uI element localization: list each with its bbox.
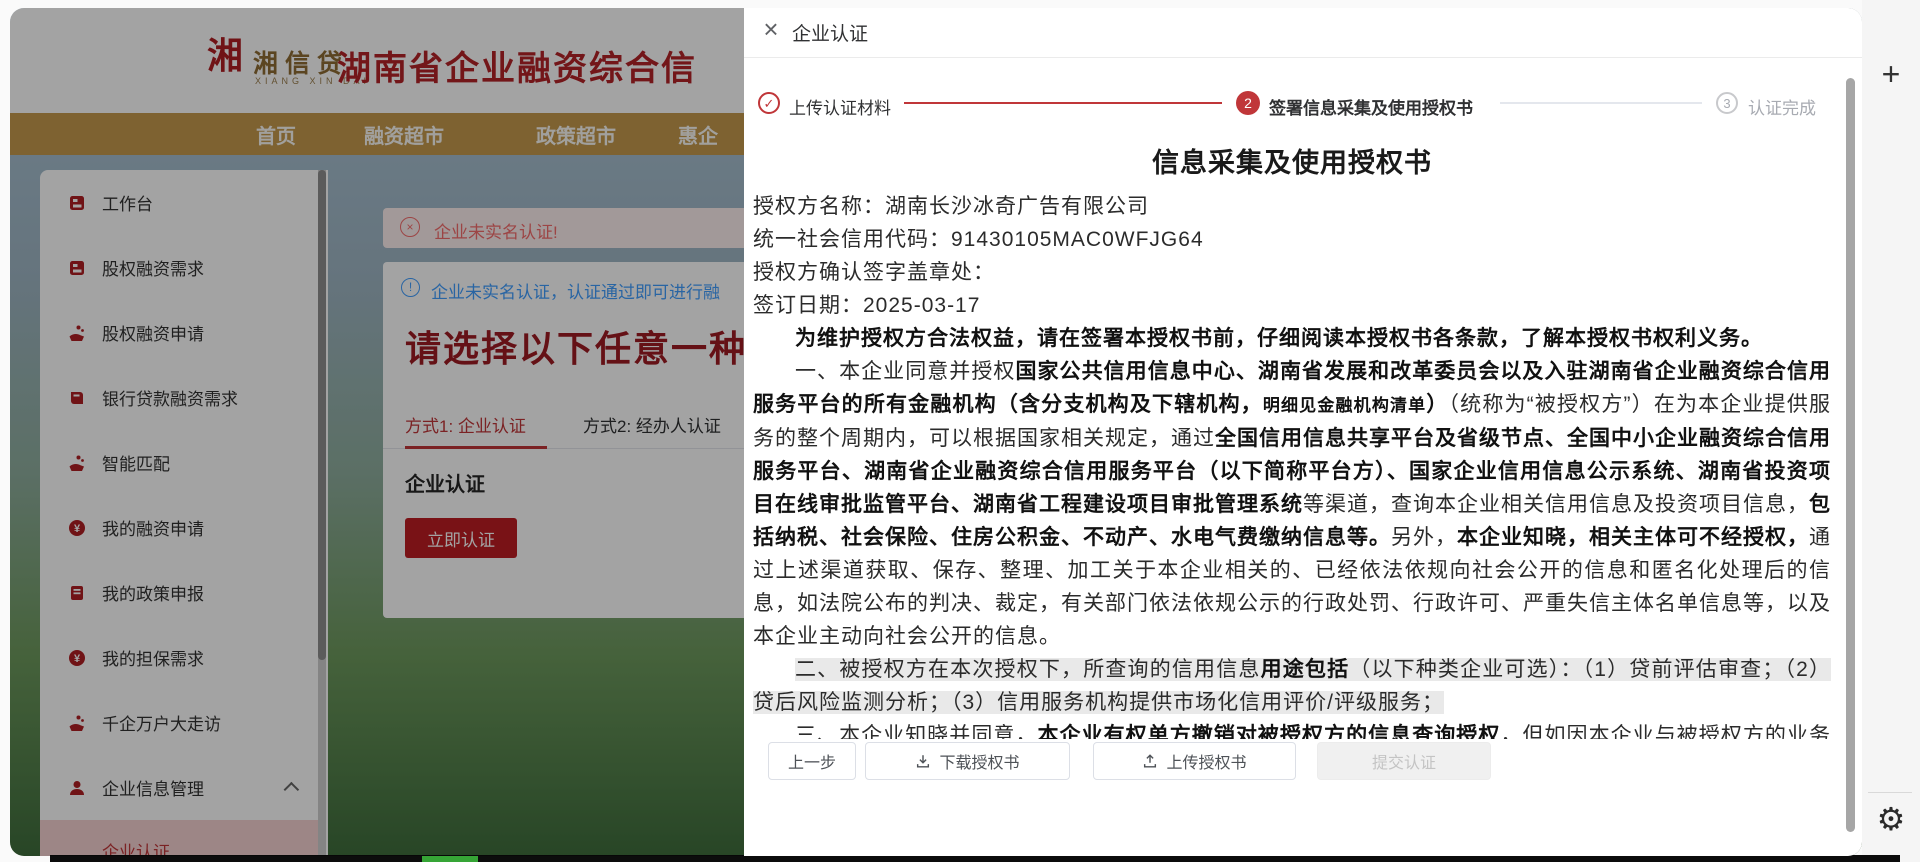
authorization-document[interactable]: 信息采集及使用授权书 授权方名称：湖南长沙冰奇广告有限公司统一社会信用代码：91… [753, 133, 1831, 739]
paragraph-text: ） [1426, 393, 1448, 416]
taskbar-strip [50, 855, 1900, 862]
step3-label: 认证完成 [1748, 94, 1816, 119]
document-field: 签订日期：2025-03-17 [753, 289, 1831, 322]
document-fields: 授权方名称：湖南长沙冰奇广告有限公司统一社会信用代码：91430105MAC0W… [753, 190, 1831, 322]
document-title: 信息采集及使用授权书 [753, 141, 1831, 180]
paragraph-text: 另外， [1391, 526, 1457, 549]
highlighted-text: 用途包括 [1261, 658, 1350, 681]
upload-button[interactable]: 上传授权书 [1093, 742, 1296, 780]
document-paragraph: 三、本企业知晓并同意，本企业有权单方撤销对被授权方的信息查询授权，但如因本企业与… [753, 719, 1831, 739]
document-field: 统一社会信用代码：91430105MAC0WFJG64 [753, 223, 1831, 256]
document-paragraph: 为维护授权方合法权益，请在签署本授权书前，仔细阅读本授权书各条款，了解本授权书权… [753, 322, 1831, 355]
step-connector-done [904, 102, 1222, 104]
drawer-footer: 上一步 下载授权书 上传授权书 提交认证 [744, 742, 1862, 802]
paragraph-text: 等渠道，查询本企业相关信用信息及投资项目信息， [1303, 493, 1809, 516]
rail-divider [1868, 792, 1912, 793]
taskbar-gap [1901, 855, 1911, 862]
button-label: 提交认证 [1372, 749, 1436, 773]
close-icon[interactable]: × [756, 14, 786, 44]
button-label: 上一步 [788, 749, 836, 773]
document-paragraph: 二、被授权方在本次授权下，所查询的信用信息用途包括（以下种类企业可选）：（1）贷… [753, 653, 1831, 719]
prev-button[interactable]: 上一步 [768, 742, 856, 780]
browser-side-rail: + ⚙ [1862, 0, 1920, 862]
step-connector-pending [1500, 102, 1702, 104]
drawer-header-divider [744, 57, 1862, 58]
step2-number-badge: 2 [1236, 91, 1260, 115]
plus-icon[interactable]: + [1862, 56, 1920, 93]
step3-number-badge: 3 [1716, 92, 1738, 114]
button-label: 下载授权书 [939, 749, 1019, 773]
download-icon [915, 753, 931, 769]
step1-check-icon: ✓ [758, 92, 780, 114]
paragraph-text: 为维护授权方合法权益，请在签署本授权书前，仔细阅读本授权书各条款，了解本授权书权… [795, 327, 1763, 350]
gear-icon[interactable]: ⚙ [1862, 800, 1920, 838]
document-paragraphs: 为维护授权方合法权益，请在签署本授权书前，仔细阅读本授权书各条款，了解本授权书权… [753, 322, 1831, 739]
screen: 湘 湘信贷 XIANG XIN DAI 湖南省企业融资综合信 首页融资超市政策超… [0, 0, 1920, 862]
paragraph-text: 一、本企业同意并授权 [795, 360, 1015, 383]
document-field: 授权方名称：湖南长沙冰奇广告有限公司 [753, 190, 1831, 223]
submit-button[interactable]: 提交认证 [1317, 742, 1491, 780]
browser-viewport: 湘 湘信贷 XIANG XIN DAI 湖南省企业融资综合信 首页融资超市政策超… [10, 8, 1862, 856]
paragraph-text: 三、本企业知晓并同意， [795, 724, 1037, 739]
button-label: 上传授权书 [1166, 749, 1246, 773]
step2-label: 签署信息采集及使用授权书 [1269, 94, 1473, 119]
document-paragraph: 一、本企业同意并授权国家公共信用信息中心、湖南省发展和改革委员会以及入驻湖南省企… [753, 355, 1831, 653]
paragraph-text: 本企业知晓，相关主体可不经授权， [1457, 526, 1809, 549]
document-field: 授权方确认签字盖章处： [753, 256, 1831, 289]
drawer-scrollbar-thumb[interactable] [1846, 78, 1855, 832]
highlighted-text: 二、被授权方在本次授权下，所查询的信用信息 [795, 658, 1261, 681]
drawer-scrollbar[interactable] [1846, 78, 1855, 832]
step1-label: 上传认证材料 [789, 94, 891, 119]
enterprise-auth-drawer: × 企业认证 ✓ 上传认证材料 2 签署信息采集及使用授权书 3 认证完成 信息… [744, 8, 1862, 856]
paragraph-text: 本企业有权单方撤销对被授权方的信息查询授权 [1037, 724, 1500, 739]
download-button[interactable]: 下载授权书 [865, 742, 1070, 780]
taskbar-green-accent [422, 856, 478, 862]
upload-icon [1142, 753, 1158, 769]
drawer-title: 企业认证 [792, 19, 868, 46]
paragraph-text: 明细见金融机构清单 [1263, 396, 1427, 415]
